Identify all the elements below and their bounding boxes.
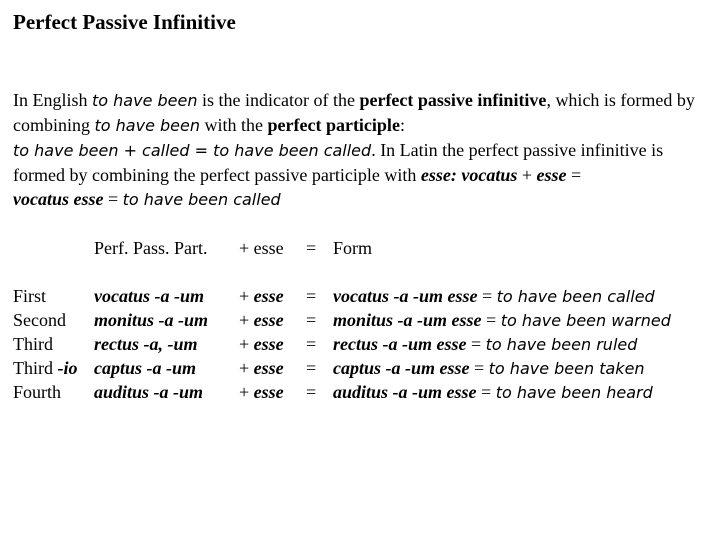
conjugation-label: Third -io bbox=[13, 356, 78, 380]
form-latin: captus -a -um esse bbox=[333, 358, 470, 378]
intro-paragraph: In English to have been is the indicator… bbox=[13, 88, 703, 212]
latin-term: esse: vocatus bbox=[420, 165, 518, 185]
english-phrase: to have been bbox=[94, 116, 200, 135]
esse: esse bbox=[253, 286, 284, 306]
text: + bbox=[517, 165, 537, 185]
equals-sign: = bbox=[306, 334, 317, 354]
plus-esse: + esse bbox=[239, 380, 284, 404]
form: monitus -a -um esse = to have been warne… bbox=[333, 308, 671, 333]
text: : bbox=[399, 115, 405, 135]
header-form: Form bbox=[333, 238, 373, 258]
latin-term: vocatus esse bbox=[13, 189, 104, 209]
equals-sign: = bbox=[306, 310, 317, 330]
text: = bbox=[566, 165, 582, 185]
plus-esse: + esse bbox=[239, 356, 284, 380]
form-equals: = bbox=[476, 382, 496, 402]
form-equals: = bbox=[469, 358, 489, 378]
plus-esse: + esse bbox=[239, 284, 284, 308]
plus-sign: + bbox=[239, 310, 254, 330]
english-phrase: to have been bbox=[92, 91, 198, 110]
conjugation-label: First bbox=[13, 284, 46, 308]
form-english: to have been called bbox=[496, 287, 655, 306]
english-phrase: to have been called bbox=[122, 190, 281, 209]
participle: auditus -a -um bbox=[94, 382, 204, 402]
header-esse: + esse bbox=[239, 238, 284, 258]
conjugation-label: Fourth bbox=[13, 380, 61, 404]
form: rectus -a -um esse = to have been ruled bbox=[333, 332, 637, 357]
esse: esse bbox=[253, 334, 284, 354]
form-english: to have been taken bbox=[488, 359, 645, 378]
plus-sign: + bbox=[239, 382, 254, 402]
label-text: Third bbox=[13, 358, 58, 378]
esse: esse bbox=[253, 358, 284, 378]
header-ppp: Perf. Pass. Part. bbox=[94, 238, 208, 258]
form: auditus -a -um esse = to have been heard bbox=[333, 380, 653, 405]
equals-sign: = bbox=[306, 382, 317, 402]
plus-sign: + bbox=[239, 334, 254, 354]
form-english: to have been ruled bbox=[485, 335, 638, 354]
form: captus -a -um esse = to have been taken bbox=[333, 356, 645, 381]
conjugation-label: Second bbox=[13, 308, 66, 332]
conjugation-label: Third bbox=[13, 332, 53, 356]
form-english: to have been heard bbox=[495, 383, 653, 402]
form: vocatus -a -um esse = to have been calle… bbox=[333, 284, 655, 309]
plus-sign: + bbox=[239, 358, 254, 378]
text: = bbox=[103, 189, 123, 209]
text: In English bbox=[13, 90, 92, 110]
equals-sign: = bbox=[306, 358, 317, 378]
form-english: to have been warned bbox=[500, 311, 671, 330]
form-latin: rectus -a -um esse bbox=[333, 334, 467, 354]
header-equals: = bbox=[306, 238, 317, 258]
plus-esse: + esse bbox=[239, 308, 284, 332]
participle: rectus -a, -um bbox=[94, 334, 198, 354]
participle: monitus -a -um bbox=[94, 310, 209, 330]
text: with the bbox=[199, 115, 268, 135]
form-equals: = bbox=[477, 286, 497, 306]
form-latin: auditus -a -um esse bbox=[333, 382, 477, 402]
term-perfect-participle: perfect participle bbox=[267, 115, 400, 135]
plus-sign: + bbox=[239, 286, 254, 306]
label-suffix: -io bbox=[57, 358, 78, 378]
participle: captus -a -um bbox=[94, 358, 197, 378]
term-perfect-passive-infinitive: perfect passive infinitive bbox=[359, 90, 547, 110]
form-latin: monitus -a -um esse bbox=[333, 310, 482, 330]
form-equals: = bbox=[466, 334, 486, 354]
esse: esse bbox=[253, 310, 284, 330]
english-example: to have been + called = to have been cal… bbox=[13, 141, 372, 160]
text: is the indicator of the bbox=[197, 90, 360, 110]
label-text: Second bbox=[13, 310, 66, 330]
latin-term: esse bbox=[536, 165, 567, 185]
esse: esse bbox=[253, 382, 284, 402]
form-equals: = bbox=[481, 310, 501, 330]
label-text: Fourth bbox=[13, 382, 62, 402]
plus-esse: + esse bbox=[239, 332, 284, 356]
form-latin: vocatus -a -um esse bbox=[333, 286, 478, 306]
participle: vocatus -a -um bbox=[94, 286, 204, 306]
page-title: Perfect Passive Infinitive bbox=[13, 10, 236, 34]
label-text: Third bbox=[13, 334, 53, 354]
label-text: First bbox=[13, 286, 47, 306]
equals-sign: = bbox=[306, 286, 317, 306]
